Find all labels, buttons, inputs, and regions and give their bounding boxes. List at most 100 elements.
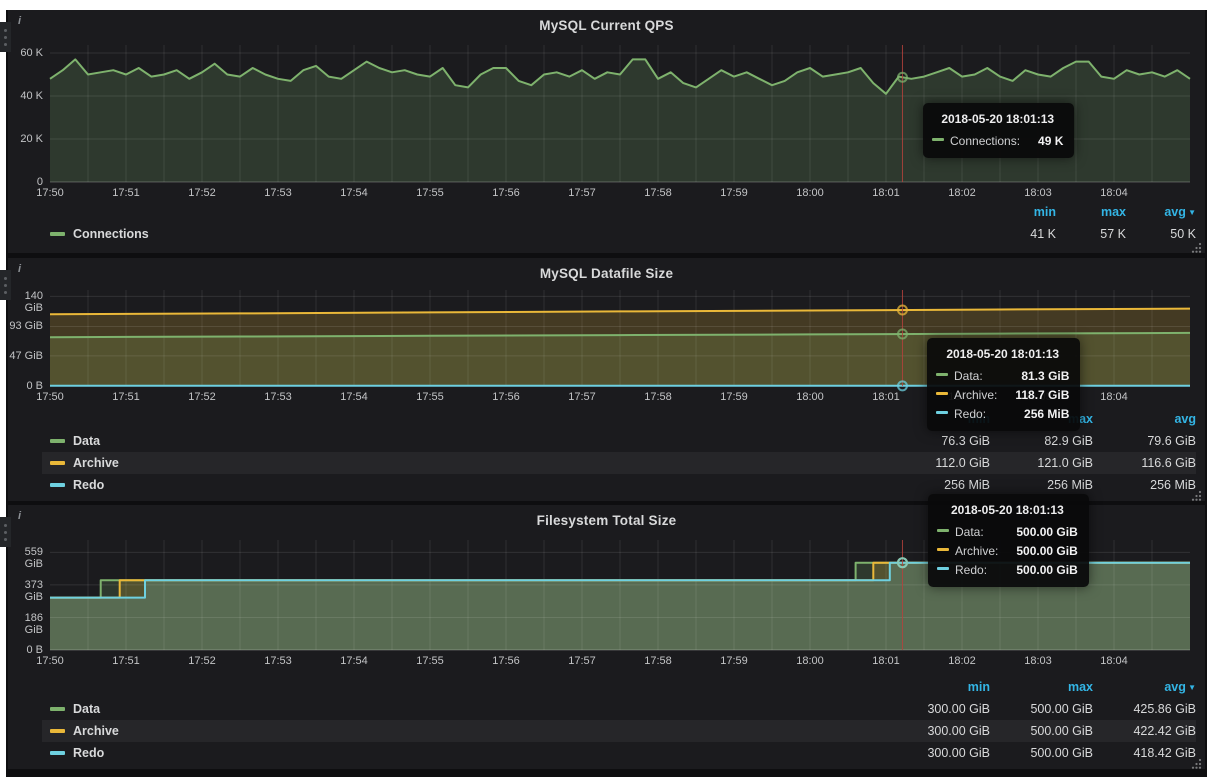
tooltip-timestamp: 2018-05-20 18:01:13 xyxy=(937,501,1078,522)
legend-stat-value: 300.00 GiB xyxy=(887,720,990,742)
legend-series-data[interactable]: Data xyxy=(73,434,100,448)
legend-sort-avg[interactable]: avg xyxy=(1093,408,1196,430)
tooltip-series-name: Archive: xyxy=(955,544,998,558)
y-axis-label: 559 GiB xyxy=(8,546,43,570)
x-axis-label: 17:50 xyxy=(28,391,72,403)
tooltip-series-value: 500.00 GiB xyxy=(998,563,1077,577)
tooltip-timestamp: 2018-05-20 18:01:13 xyxy=(936,345,1069,366)
legend-stat-value: 300.00 GiB xyxy=(887,698,990,720)
tooltip-series-row: Archive:118.7 GiB xyxy=(936,385,1069,404)
x-axis-label: 18:03 xyxy=(1016,655,1060,667)
chart-legend: minmaxavg ▼ Connections 41 K57 K50 K xyxy=(42,201,1196,245)
legend-series-archive[interactable]: Archive xyxy=(73,456,119,470)
graph-tooltip: 2018-05-20 18:01:13Data:81.3 GiBArchive:… xyxy=(927,338,1080,431)
caret-down-icon: ▼ xyxy=(1186,683,1196,692)
legend-stat-value: 300.00 GiB xyxy=(887,742,990,764)
tooltip-series-name: Archive: xyxy=(954,388,997,402)
tooltip-series-row: Redo:256 MiB xyxy=(936,404,1069,423)
legend-header-row: minmaxavg ▼ xyxy=(42,201,1196,223)
tooltip-timestamp: 2018-05-20 18:01:13 xyxy=(932,110,1063,131)
x-axis-label: 17:51 xyxy=(104,187,148,199)
legend-stat-value: 57 K xyxy=(1056,223,1126,245)
x-axis-label: 17:58 xyxy=(636,655,680,667)
y-axis-label: 373 GiB xyxy=(8,579,43,603)
x-axis-label: 17:54 xyxy=(332,187,376,199)
x-axis-label: 17:58 xyxy=(636,391,680,403)
x-axis-label: 17:51 xyxy=(104,655,148,667)
tooltip-series-row: Redo: 500.00 GiB xyxy=(937,560,1078,579)
x-axis-label: 18:04 xyxy=(1092,391,1136,403)
legend-sort-max[interactable]: max xyxy=(1056,201,1126,223)
legend-row: Data76.3 GiB82.9 GiB79.6 GiB xyxy=(42,430,1196,452)
series-color-dash-icon xyxy=(50,751,65,755)
x-axis-label: 17:50 xyxy=(28,187,72,199)
legend-sort-min[interactable]: min xyxy=(986,201,1056,223)
legend-row: Connections 41 K57 K50 K xyxy=(42,223,1196,245)
tooltip-series-value: 81.3 GiB xyxy=(1003,369,1069,383)
legend-stat-value: 500.00 GiB xyxy=(990,742,1093,764)
series-color-dash-icon xyxy=(936,392,948,395)
x-axis-label: 17:59 xyxy=(712,391,756,403)
y-axis-label: 40 K xyxy=(8,90,43,102)
x-axis-label: 17:53 xyxy=(256,391,300,403)
legend-series-data[interactable]: Data xyxy=(73,702,100,716)
series-color-dash-icon xyxy=(936,411,948,414)
series-color-dash-icon xyxy=(50,707,65,711)
x-axis-label: 18:01 xyxy=(864,187,908,199)
legend-row: Redo256 MiB256 MiB256 MiB xyxy=(42,474,1196,496)
legend-row: Data300.00 GiB500.00 GiB425.86 GiB xyxy=(42,698,1196,720)
legend-series-connections[interactable]: Connections xyxy=(73,227,149,241)
x-axis-label: 17:56 xyxy=(484,391,528,403)
legend-sort-avg[interactable]: avg ▼ xyxy=(1126,201,1196,223)
legend-stat-value: 121.0 GiB xyxy=(990,452,1093,474)
x-axis-label: 17:57 xyxy=(560,187,604,199)
tooltip-series-row: Connections:49 K xyxy=(932,131,1063,150)
x-axis-label: 17:56 xyxy=(484,187,528,199)
panel-title[interactable]: MySQL Current QPS xyxy=(8,18,1205,33)
panel-resize-handle[interactable] xyxy=(1191,240,1202,251)
x-axis-label: 18:03 xyxy=(1016,187,1060,199)
legend-stat-value: 112.0 GiB xyxy=(887,452,990,474)
y-axis-label: 47 GiB xyxy=(8,350,43,362)
x-axis-label: 17:52 xyxy=(180,655,224,667)
legend-row: Redo300.00 GiB500.00 GiB418.42 GiB xyxy=(42,742,1196,764)
y-axis-label: 140 GiB xyxy=(8,290,43,314)
series-color-dash-icon xyxy=(937,567,949,570)
tooltip-series-name: Redo: xyxy=(955,563,987,577)
y-axis-label: 60 K xyxy=(8,47,43,59)
legend-sort-min[interactable]: min xyxy=(887,676,990,698)
tooltip-series-row: Data:500.00 GiB xyxy=(937,522,1078,541)
x-axis-label: 18:04 xyxy=(1092,187,1136,199)
series-color-dash-icon xyxy=(50,232,65,236)
legend-stat-value: 256 MiB xyxy=(990,474,1093,496)
legend-series-redo[interactable]: Redo xyxy=(73,746,104,760)
x-axis-label: 17:59 xyxy=(712,655,756,667)
panel-resize-handle[interactable] xyxy=(1191,488,1202,499)
legend-stat-value: 50 K xyxy=(1126,223,1196,245)
tooltip-series-row: Data:81.3 GiB xyxy=(936,366,1069,385)
series-color-dash-icon xyxy=(936,373,948,376)
legend-stat-value: 500.00 GiB xyxy=(990,698,1093,720)
legend-stat-value: 79.6 GiB xyxy=(1093,430,1196,452)
panel-drag-handle[interactable] xyxy=(0,22,11,52)
legend-stat-value: 500.00 GiB xyxy=(990,720,1093,742)
legend-sort-avg[interactable]: avg ▼ xyxy=(1093,676,1196,698)
x-axis-label: 17:53 xyxy=(256,187,300,199)
legend-stat-value: 41 K xyxy=(986,223,1056,245)
x-axis-label: 17:55 xyxy=(408,391,452,403)
panel-title[interactable]: MySQL Datafile Size xyxy=(8,266,1205,281)
x-axis-label: 17:57 xyxy=(560,391,604,403)
tooltip-series-value: 256 MiB xyxy=(1006,407,1069,421)
panel-drag-handle[interactable] xyxy=(0,270,11,300)
caret-down-icon: ▼ xyxy=(1186,208,1196,217)
x-axis-label: 18:00 xyxy=(788,187,832,199)
legend-sort-max[interactable]: max xyxy=(990,676,1093,698)
series-color-dash-icon xyxy=(937,548,949,551)
panel-resize-handle[interactable] xyxy=(1191,756,1202,767)
legend-series-redo[interactable]: Redo xyxy=(73,478,104,492)
legend-series-archive[interactable]: Archive xyxy=(73,724,119,738)
legend-stat-value: 422.42 GiB xyxy=(1093,720,1196,742)
tooltip-series-value: 49 K xyxy=(1020,134,1063,148)
series-color-dash-icon xyxy=(50,483,65,487)
panel-drag-handle[interactable] xyxy=(0,517,11,547)
